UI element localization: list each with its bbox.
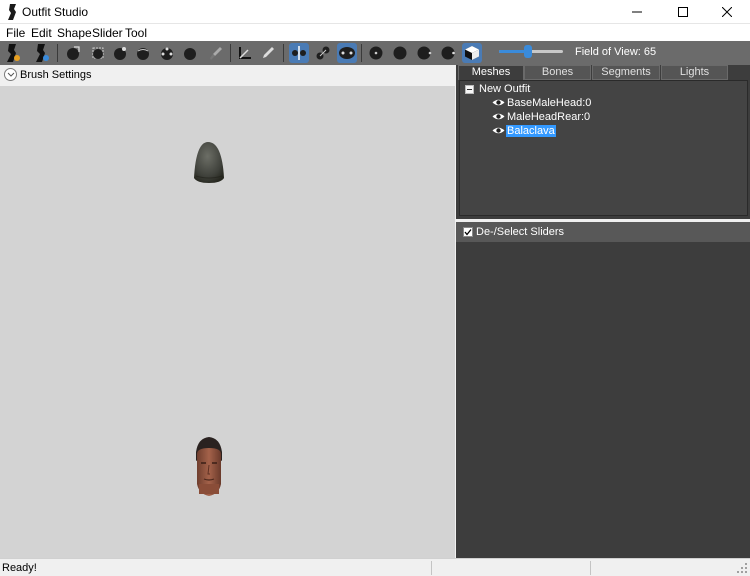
lighting-view-button[interactable] xyxy=(438,43,458,63)
status-bar: Ready! xyxy=(0,558,750,576)
eye-icon[interactable] xyxy=(492,112,505,121)
menu-file[interactable]: File xyxy=(6,26,25,40)
cube-icon xyxy=(465,46,479,60)
status-divider xyxy=(431,561,432,575)
close-icon xyxy=(722,7,732,17)
inflate-brush-icon xyxy=(114,47,126,60)
3d-viewport[interactable] xyxy=(0,86,455,558)
status-divider xyxy=(590,561,591,575)
half-sphere-icon xyxy=(417,46,432,60)
tree-collapse-toggle[interactable] xyxy=(465,85,474,94)
title-bar: Outfit Studio xyxy=(0,0,750,24)
export-tool-button[interactable] xyxy=(32,43,52,63)
scene xyxy=(194,142,224,496)
export-icon xyxy=(36,44,49,62)
minimize-button[interactable] xyxy=(614,0,660,24)
tree-item-mesh[interactable]: MaleHeadRear:0 xyxy=(507,111,590,123)
pivot-tool-button[interactable] xyxy=(258,43,278,63)
minus-icon xyxy=(467,89,472,90)
mask-brush-icon xyxy=(92,47,104,59)
smooth-brush-icon xyxy=(184,48,196,60)
shaded-sphere-icon xyxy=(393,46,407,60)
inflate-brush-button[interactable] xyxy=(110,43,130,63)
tree-root-label[interactable]: New Outfit xyxy=(479,83,530,95)
move-brush-button[interactable] xyxy=(157,43,177,63)
fov-label: Field of View: 65 xyxy=(575,46,657,58)
import-icon xyxy=(7,44,20,62)
globe-dots-icon xyxy=(339,47,355,59)
tree-item-mesh-selected[interactable]: Balaclava xyxy=(506,125,556,137)
brush-settings-label: Brush Settings xyxy=(20,69,92,81)
eye-icon[interactable] xyxy=(492,98,505,107)
tree-item-mesh[interactable]: BaseMaleHead:0 xyxy=(507,97,591,109)
pencil-icon xyxy=(263,47,274,58)
texture-view-button[interactable] xyxy=(462,43,482,63)
fov-slider-thumb[interactable] xyxy=(523,45,532,58)
weight-brush-button[interactable] xyxy=(206,43,226,63)
global-brush-button[interactable] xyxy=(337,43,357,63)
tab-meshes[interactable]: Meshes xyxy=(458,65,524,80)
brush-settings-toggle[interactable] xyxy=(4,68,17,81)
maximize-button[interactable] xyxy=(660,0,706,24)
toolbar-separator xyxy=(230,44,231,62)
vertex-dot-icon xyxy=(369,46,383,60)
resize-grip-icon[interactable] xyxy=(737,563,748,574)
connected-only-button[interactable] xyxy=(313,43,333,63)
chevron-down-icon xyxy=(7,72,14,77)
window-title: Outfit Studio xyxy=(22,5,89,19)
toolbar-separator xyxy=(361,44,362,62)
head-mesh[interactable] xyxy=(196,437,222,496)
toolbar-separator xyxy=(57,44,58,62)
transform-tool-button[interactable] xyxy=(235,43,255,63)
sphere-arrow-icon xyxy=(67,46,80,60)
paint-brush-icon xyxy=(210,47,222,60)
brush-settings-header[interactable]: Brush Settings xyxy=(0,65,455,86)
lit-sphere-icon xyxy=(441,46,455,60)
select-brush-button[interactable] xyxy=(63,43,83,63)
deflate-brush-icon xyxy=(137,48,149,60)
move-brush-icon xyxy=(161,47,173,60)
import-tool-button[interactable] xyxy=(3,43,23,63)
shaded-view-button[interactable] xyxy=(390,43,410,63)
eye-icon[interactable] xyxy=(492,126,505,135)
menu-bar: File Edit Shape Slider Tool xyxy=(0,24,750,42)
maximize-icon xyxy=(678,7,688,17)
tab-lights[interactable]: Lights xyxy=(661,65,728,80)
show-vertices-button[interactable] xyxy=(366,43,386,63)
wireframe-view-button[interactable] xyxy=(414,43,434,63)
close-button[interactable] xyxy=(704,0,750,24)
menu-edit[interactable]: Edit xyxy=(31,26,52,40)
sliders-panel xyxy=(456,222,750,558)
toolbar-separator xyxy=(283,44,284,62)
balaclava-mesh[interactable] xyxy=(194,142,224,183)
tab-bones[interactable]: Bones xyxy=(524,65,591,80)
mask-brush-button[interactable] xyxy=(88,43,108,63)
status-text: Ready! xyxy=(2,562,37,574)
deflate-brush-button[interactable] xyxy=(133,43,153,63)
connected-spheres-icon xyxy=(316,46,330,60)
menu-slider[interactable]: Slider xyxy=(92,26,123,40)
menu-shape[interactable]: Shape xyxy=(57,26,92,40)
checkmark-icon xyxy=(464,229,472,236)
tab-segments[interactable]: Segments xyxy=(592,65,660,80)
menu-tool[interactable]: Tool xyxy=(125,26,147,40)
select-sliders-checkbox[interactable] xyxy=(463,227,473,237)
smooth-brush-button[interactable] xyxy=(180,43,200,63)
x-mirror-button[interactable] xyxy=(289,43,309,63)
mirror-icon xyxy=(292,46,306,60)
app-logo-icon xyxy=(8,4,16,20)
mesh-tree: New Outfit BaseMaleHead:0 MaleHeadRear:0… xyxy=(459,80,748,216)
select-sliders-label: De-/Select Sliders xyxy=(476,226,565,238)
minimize-icon xyxy=(632,11,642,13)
panel-tabs: Meshes Bones Segments Lights xyxy=(458,65,748,80)
axis-icon xyxy=(239,47,251,59)
